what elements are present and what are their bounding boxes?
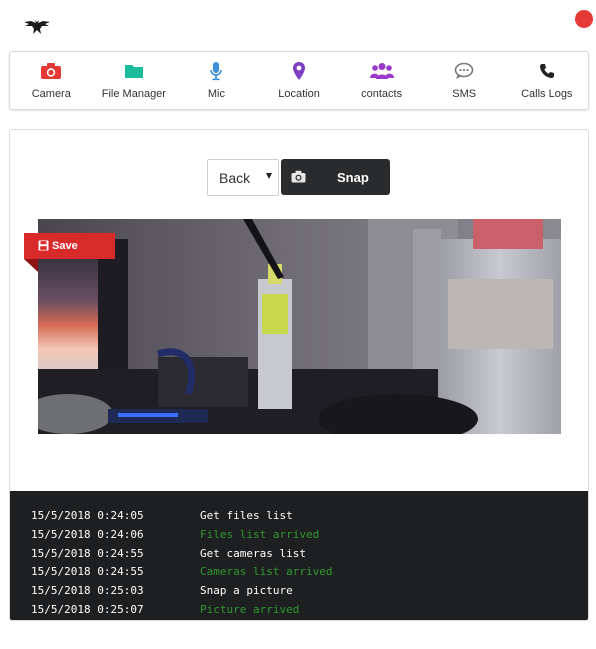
captured-picture (38, 219, 561, 434)
save-button[interactable]: Save (24, 233, 115, 259)
snap-button-label: Snap (337, 170, 369, 185)
save-ribbon-fold (24, 259, 38, 272)
caret-down-icon (266, 173, 272, 179)
microphone-icon (204, 61, 228, 81)
camera-icon (39, 61, 63, 81)
log-time: 15/5/2018 0:25:07 (31, 602, 144, 616)
log-time: 15/5/2018 0:24:05 (31, 509, 144, 522)
nav-location-label: Location (278, 88, 320, 100)
log-time: 15/5/2018 0:24:06 (31, 527, 144, 541)
nav-calls-logs-label: Calls Logs (521, 88, 573, 100)
log-line: 15/5/2018 0:24:55 Cameras list arrived (10, 565, 588, 584)
chat-bubble-icon (452, 61, 476, 81)
log-line: 15/5/2018 0:24:06 Files list arrived (10, 527, 588, 547)
log-line: 15/5/2018 0:24:05 Get files list (10, 509, 588, 528)
log-message: Cameras list arrived (200, 565, 333, 579)
camera-select-value: Back (219, 169, 251, 186)
nav-camera[interactable]: Camera (10, 52, 93, 109)
log-message: Files list arrived (200, 527, 320, 541)
phone-icon (535, 61, 559, 81)
log-message: Snap a picture (200, 584, 293, 598)
folder-icon (122, 61, 146, 81)
log-time: 15/5/2018 0:24:55 (31, 546, 144, 560)
log-time: 15/5/2018 0:25:03 (31, 584, 144, 598)
nav-location[interactable]: Location (258, 52, 341, 109)
camera-panel: Back Snap Save 15/5/2018 0:24:05 Get fil… (9, 129, 589, 621)
log-message: Get files list (200, 509, 293, 522)
camera-select[interactable]: Back (207, 159, 279, 196)
nav-contacts-label: contacts (361, 88, 403, 100)
nav-mic-label: Mic (207, 88, 225, 100)
log-message: Picture arrived (200, 602, 300, 616)
log-message: Get cameras list (200, 546, 306, 560)
eagle-logo-icon (24, 20, 50, 34)
log-line: 15/5/2018 0:24:55 Get cameras list (10, 546, 588, 566)
nav-calls-logs[interactable]: Calls Logs (505, 52, 588, 109)
nav-camera-label: Camera (31, 88, 71, 100)
nav-contacts[interactable]: contacts (340, 52, 423, 109)
feature-navbar: Camera File Manager Mic Location contact… (9, 51, 589, 110)
log-time: 15/5/2018 0:24:55 (31, 565, 144, 579)
nav-sms-label: SMS (452, 88, 477, 100)
nav-file-manager-label: File Manager (101, 88, 166, 100)
activity-console: 15/5/2018 0:24:05 Get files list 15/5/20… (10, 491, 588, 620)
map-marker-icon (287, 61, 311, 81)
nav-sms[interactable]: SMS (423, 52, 506, 109)
save-button-label: Save (52, 240, 78, 252)
log-line: 15/5/2018 0:25:03 Snap a picture (10, 584, 588, 603)
nav-file-manager[interactable]: File Manager (93, 52, 176, 109)
connection-status-dot (575, 10, 593, 28)
snap-button[interactable]: Snap (281, 159, 390, 195)
nav-mic[interactable]: Mic (175, 52, 258, 109)
floppy-disk-icon (38, 240, 49, 251)
users-icon (369, 61, 394, 81)
camera-icon (291, 170, 306, 183)
log-line: 15/5/2018 0:25:07 Picture arrived (10, 602, 588, 620)
